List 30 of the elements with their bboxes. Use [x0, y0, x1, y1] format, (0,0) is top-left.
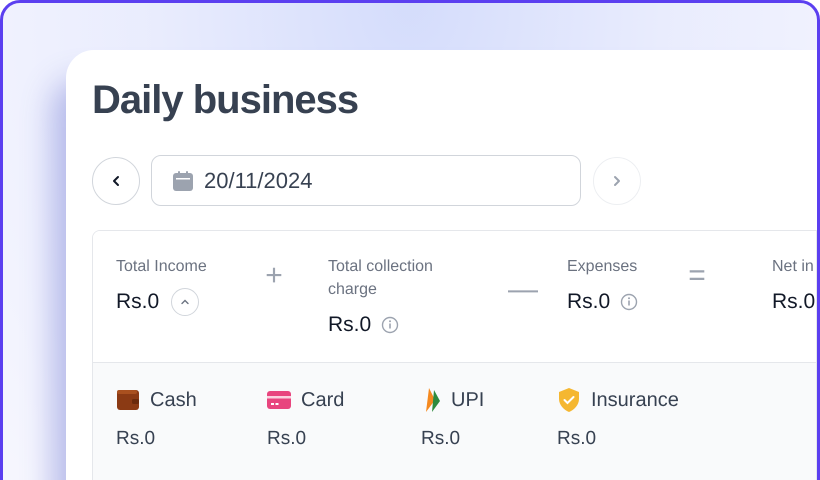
payment-method-label: UPI: [451, 388, 484, 413]
collapse-button[interactable]: [171, 288, 200, 316]
previous-button[interactable]: [92, 156, 140, 204]
operator-sign: —: [508, 273, 538, 306]
payment-amount: Rs.0: [557, 427, 596, 451]
payment-amount: Rs.0: [267, 427, 306, 451]
metric-value: Rs.0: [328, 312, 372, 338]
payment-amount: Rs.0: [116, 427, 156, 451]
operator-sign: +: [265, 259, 283, 292]
info-icon[interactable]: [620, 292, 638, 311]
payment-method-label: Card: [301, 388, 344, 413]
metric-label: Total Income: [116, 257, 208, 277]
metric-label: Expenses: [567, 257, 638, 277]
page-title: Daily business: [92, 77, 358, 124]
wallet-icon: [116, 389, 140, 411]
calendar-icon: [172, 170, 194, 192]
metric-value: Rs.0: [567, 289, 610, 315]
payment-method-label: Insurance: [591, 388, 679, 413]
info-icon[interactable]: [381, 316, 400, 334]
date-field[interactable]: 20/11/2024: [151, 155, 581, 206]
credit-card-icon: [267, 391, 291, 409]
shield-check-icon: [557, 387, 581, 413]
metric-value: Rs.0: [116, 289, 160, 315]
metric-label: Net in: [772, 257, 815, 277]
metric-label: Total collection charge: [328, 257, 434, 300]
operator-sign: =: [688, 259, 706, 292]
metric-value: Rs.0: [772, 289, 816, 315]
date-value: 20/11/2024: [204, 167, 312, 195]
payment-amount: Rs.0: [421, 427, 460, 451]
payment-method-label: Cash: [150, 388, 197, 413]
